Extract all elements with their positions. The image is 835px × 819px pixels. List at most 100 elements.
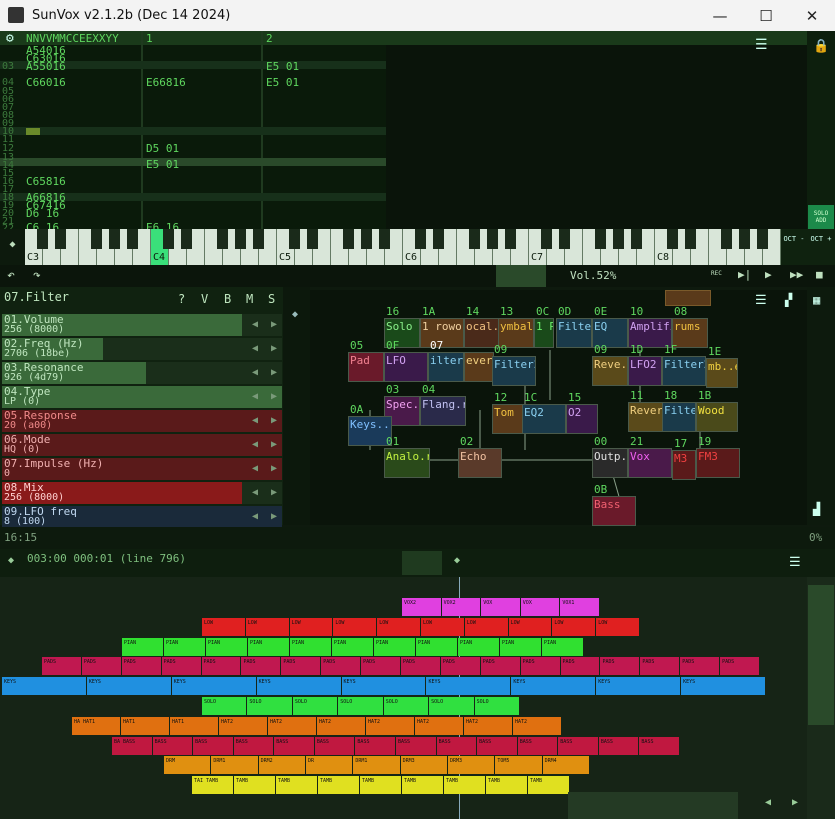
pattern-block[interactable]: BASS [152,736,193,755]
pattern-block[interactable]: PIAN [374,637,415,656]
pattern-block[interactable]: HAT2 [366,716,414,735]
timeline[interactable]: ◆ 003:00 000:01 (line 796) ◆ ☰ VOX2 VOX2 V… [0,549,835,819]
module-offscreen[interactable] [665,290,711,306]
param-decrease-icon[interactable]: ◀ [252,439,258,450]
pattern-block[interactable]: PADS [401,657,440,676]
param-decrease-icon[interactable]: ◀ [252,415,258,426]
pattern-block[interactable]: LOW [202,617,245,636]
note-cell[interactable]: D5 01 [146,142,179,155]
pattern-block[interactable]: DRM3 [448,756,495,775]
pattern-block[interactable]: LOW [596,617,639,636]
param-increase-icon[interactable]: ▶ [271,415,277,426]
piano-black-key[interactable] [739,229,750,249]
pattern-block[interactable]: BASS [193,736,233,755]
piano-black-key[interactable] [55,229,66,249]
module-node[interactable]: ilter [428,352,464,382]
piano-black-key[interactable] [433,229,444,249]
pattern-block[interactable]: DRM4 [542,756,589,775]
pattern-block[interactable]: KEYS [2,677,86,696]
param-increase-icon[interactable]: ▶ [271,343,277,354]
solo-button[interactable]: S [268,292,275,306]
pattern-block[interactable]: PADS [480,657,520,676]
pattern-block[interactable]: PADS [680,657,720,676]
pattern-block[interactable]: KEYS [256,677,341,696]
piano-black-key[interactable] [127,229,138,249]
pattern-block[interactable]: VOX2 [441,598,481,616]
param-row[interactable]: 07.Impulse (Hz) 0 ◀ ▶ [2,458,282,480]
stop-icon[interactable]: ■ [816,268,823,281]
param-row[interactable]: 05.Response 20 (a00) ◀ ▶ [2,410,282,432]
pattern-block[interactable]: TAMB [444,776,485,795]
pattern-block[interactable]: HAT2 [268,716,316,735]
pattern-block[interactable]: SOLO [202,697,247,715]
note-cell[interactable]: E5 01 [266,60,299,73]
visualizer-button[interactable]: V [201,292,208,306]
piano-black-key[interactable] [343,229,354,249]
module-node[interactable]: LFO [384,352,428,382]
module-node[interactable]: mb..e [706,358,738,388]
pattern-block[interactable]: PIAN [290,637,331,656]
pattern-block[interactable]: BASS [436,736,477,755]
vertical-scrollbar[interactable] [808,585,834,725]
module-node[interactable]: Pad [348,352,384,382]
pattern-block[interactable]: BASS [598,736,639,755]
pattern-block[interactable]: LOW [333,617,377,636]
param-increase-icon[interactable]: ▶ [271,463,277,474]
play-pattern-icon[interactable]: ▶▶ [790,268,803,281]
piano-black-key[interactable] [253,229,264,249]
note-cell[interactable]: E6 16 [146,221,179,229]
param-row[interactable]: 09.LFO freq 8 (100) ◀ ▶ [2,506,282,528]
module-node[interactable]: Filter2 [662,356,706,386]
module-node[interactable]: Vox [628,448,672,478]
pattern-block[interactable]: PIAN [458,637,499,656]
pattern-block[interactable]: PADS [161,657,201,676]
pattern-block[interactable]: SOLO [338,697,383,715]
pattern-block[interactable]: BASS [274,736,314,755]
pattern-block[interactable]: TAMB [528,776,569,795]
module-node[interactable]: Tom [492,404,524,434]
octave-down-button[interactable]: OCT - [781,235,807,243]
note-cell[interactable]: A55016 [26,60,66,73]
pattern-block[interactable]: SOLO [247,697,292,715]
pattern-block[interactable]: HAT2 [219,716,267,735]
keys-area[interactable]: C3 C4 C5 C6 C7 C8 [25,229,781,265]
pattern-block[interactable]: TAMB [276,776,317,795]
pattern-block[interactable]: TAMB [318,776,359,795]
menu-icon[interactable]: ☰ [755,37,768,53]
pattern-block[interactable]: LOW [421,617,464,636]
pattern-block[interactable]: HAT1 [121,716,169,735]
pattern-block[interactable]: PADS [560,657,600,676]
help-button[interactable]: ? [178,292,185,306]
module-node[interactable]: EQ2 [522,404,566,434]
play-icon[interactable]: ▶ [765,268,772,281]
param-row[interactable]: 06.Mode HQ (0) ◀ ▶ [2,434,282,456]
pattern-block[interactable]: VOX2 [402,598,441,616]
pattern-block[interactable]: PIAN [332,637,373,656]
pattern-block[interactable]: PADS [361,657,400,676]
pattern-block[interactable]: DRM2 [258,756,305,775]
pattern-block[interactable]: SOLO [383,697,429,715]
scroll-right-icon[interactable]: ▶ [792,797,798,808]
piano-black-key[interactable] [379,229,390,249]
note-cell[interactable]: C6 16 [26,221,59,229]
pattern-block[interactable]: TAMB [486,776,527,795]
pattern-block[interactable]: KEYS [511,677,596,696]
pattern-block[interactable]: PADS [121,657,161,676]
undo-icon[interactable]: ↶ [7,268,15,283]
parameter-list[interactable]: 01.Volume 256 (8000) ◀ ▶ 02.Freq (Hz) 2706 (1… [0,314,283,528]
pattern-block[interactable]: DRM1 [353,756,400,775]
grid-icon[interactable]: ▦ [813,293,820,307]
pattern-block[interactable]: PADS [520,657,560,676]
pattern-block[interactable]: PADS [720,657,759,676]
module-graph[interactable]: Solo161 rowo1Aocal.r14ymbal131 P0CFilter… [310,290,807,526]
param-decrease-icon[interactable]: ◀ [252,511,258,522]
pattern-block[interactable]: DRM1 [211,756,258,775]
piano-black-key[interactable] [559,229,570,249]
module-node[interactable]: FM3 [696,448,740,478]
piano-black-key[interactable] [307,229,318,249]
note-cell[interactable]: E5 01 [146,158,179,171]
pattern-blocks[interactable]: VOX2 VOX2 VOX VOX VOX1 LOW LOW LOW LOW LOW LOW LOW L… [0,549,807,819]
pattern-block[interactable]: VOX [520,598,560,616]
pattern-block[interactable]: PADS [241,657,281,676]
module-node[interactable]: rums [672,318,708,348]
